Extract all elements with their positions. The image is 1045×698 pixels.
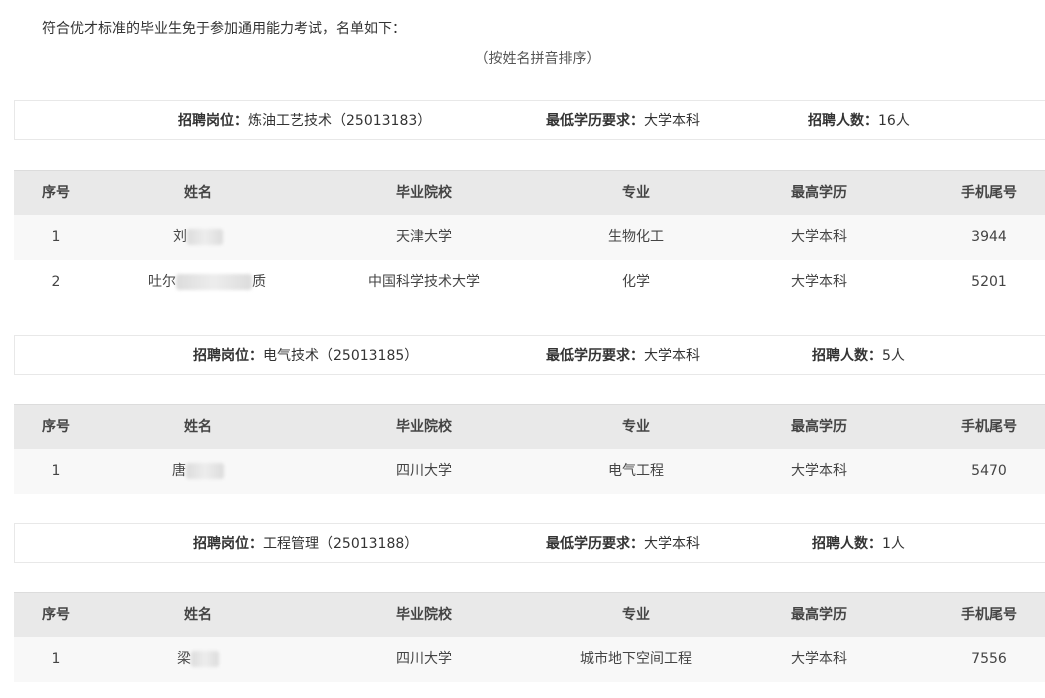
hire-count-label: 招聘人数： — [808, 113, 878, 129]
intro-text: 符合优才标准的毕业生免于参加通用能力考试，名单如下： — [42, 21, 406, 37]
position-info: 招聘岗位：工程管理（25013188） — [193, 524, 418, 564]
row-degree: 大学本科 — [791, 229, 847, 245]
row-name: 刘 — [148, 215, 248, 260]
header-school: 毕业院校 — [396, 185, 452, 201]
name-redaction — [186, 463, 224, 479]
name-visible-part: 唐 — [172, 463, 186, 479]
post-info-box: 招聘岗位：炼油工艺技术（25013183） 最低学历要求：大学本科 招聘人数：1… — [14, 100, 1045, 140]
row-major: 化学 — [622, 274, 650, 290]
row-school: 四川大学 — [396, 651, 452, 667]
row-degree: 大学本科 — [791, 651, 847, 667]
position-label: 招聘岗位： — [193, 536, 263, 552]
table-row: 2 吐尔 质 中国科学技术大学 化学 大学本科 5201 — [14, 260, 1045, 305]
table-row: 1 唐 四川大学 电气工程 大学本科 5470 — [14, 449, 1045, 494]
row-school: 天津大学 — [396, 229, 452, 245]
row-phone: 5201 — [971, 274, 1007, 290]
row-phone: 7556 — [971, 651, 1007, 667]
education-value: 大学本科 — [644, 113, 700, 129]
education-label: 最低学历要求： — [546, 536, 644, 552]
position-label: 招聘岗位： — [193, 348, 263, 364]
header-major: 专业 — [622, 419, 650, 435]
table-row: 1 刘 天津大学 生物化工 大学本科 3944 — [14, 215, 1045, 260]
name-visible-part: 吐尔 — [148, 274, 176, 290]
name-redaction — [176, 274, 252, 290]
name-redaction — [191, 651, 219, 667]
name-visible-part: 质 — [252, 274, 266, 290]
row-phone: 3944 — [971, 229, 1007, 245]
education-value: 大学本科 — [644, 536, 700, 552]
education-value: 大学本科 — [644, 348, 700, 364]
header-phone: 手机尾号 — [961, 185, 1017, 201]
header-phone: 手机尾号 — [961, 607, 1017, 623]
row-no: 1 — [51, 463, 61, 479]
position-value: 炼油工艺技术（25013183） — [248, 113, 432, 129]
candidate-table: 序号 姓名 毕业院校 专业 最高学历 手机尾号 1 刘 天津大学 生物化工 大学… — [14, 170, 1045, 305]
education-requirement: 最低学历要求：大学本科 — [546, 101, 700, 141]
education-label: 最低学历要求： — [546, 348, 644, 364]
hire-count-value: 16人 — [878, 113, 910, 129]
header-degree: 最高学历 — [791, 185, 847, 201]
post-info-box: 招聘岗位：电气技术（25013185） 最低学历要求：大学本科 招聘人数：5人 — [14, 335, 1045, 375]
header-phone: 手机尾号 — [961, 419, 1017, 435]
education-requirement: 最低学历要求：大学本科 — [546, 336, 700, 376]
row-phone: 5470 — [971, 463, 1007, 479]
header-name: 姓名 — [184, 185, 212, 201]
table-row: 1 梁 四川大学 城市地下空间工程 大学本科 7556 — [14, 637, 1045, 682]
row-name: 吐尔 质 — [148, 260, 266, 305]
row-no: 1 — [51, 229, 61, 245]
header-no: 序号 — [42, 607, 70, 623]
row-name: 唐 — [148, 449, 248, 494]
header-school: 毕业院校 — [396, 607, 452, 623]
row-no: 2 — [51, 274, 61, 290]
hire-count-label: 招聘人数： — [812, 348, 882, 364]
candidate-table: 序号 姓名 毕业院校 专业 最高学历 手机尾号 1 梁 四川大学 城市地下空间工… — [14, 592, 1045, 682]
hire-count-value: 1人 — [882, 536, 905, 552]
table-header: 序号 姓名 毕业院校 专业 最高学历 手机尾号 — [14, 592, 1045, 637]
row-school: 中国科学技术大学 — [368, 274, 480, 290]
table-header: 序号 姓名 毕业院校 专业 最高学历 手机尾号 — [14, 170, 1045, 215]
row-major: 生物化工 — [608, 229, 664, 245]
education-label: 最低学历要求： — [546, 113, 644, 129]
header-degree: 最高学历 — [791, 419, 847, 435]
hire-count: 招聘人数：16人 — [808, 101, 910, 141]
header-degree: 最高学历 — [791, 607, 847, 623]
post-info-box: 招聘岗位：工程管理（25013188） 最低学历要求：大学本科 招聘人数：1人 — [14, 523, 1045, 563]
row-major: 城市地下空间工程 — [580, 651, 692, 667]
position-info: 招聘岗位：炼油工艺技术（25013183） — [178, 101, 431, 141]
sort-note: （按姓名拼音排序） — [474, 51, 601, 67]
candidate-table: 序号 姓名 毕业院校 专业 最高学历 手机尾号 1 唐 四川大学 电气工程 大学… — [14, 404, 1045, 494]
name-redaction — [187, 229, 223, 245]
hire-count-label: 招聘人数： — [812, 536, 882, 552]
position-label: 招聘岗位： — [178, 113, 248, 129]
table-header: 序号 姓名 毕业院校 专业 最高学历 手机尾号 — [14, 404, 1045, 449]
row-major: 电气工程 — [608, 463, 664, 479]
row-school: 四川大学 — [396, 463, 452, 479]
header-school: 毕业院校 — [396, 419, 452, 435]
hire-count: 招聘人数：5人 — [812, 336, 905, 376]
name-visible-part: 梁 — [177, 651, 191, 667]
header-no: 序号 — [42, 419, 70, 435]
header-major: 专业 — [622, 607, 650, 623]
header-major: 专业 — [622, 185, 650, 201]
education-requirement: 最低学历要求：大学本科 — [546, 524, 700, 564]
position-info: 招聘岗位：电气技术（25013185） — [193, 336, 418, 376]
row-degree: 大学本科 — [791, 463, 847, 479]
header-no: 序号 — [42, 185, 70, 201]
hire-count-value: 5人 — [882, 348, 905, 364]
row-degree: 大学本科 — [791, 274, 847, 290]
row-no: 1 — [51, 651, 61, 667]
hire-count: 招聘人数：1人 — [812, 524, 905, 564]
header-name: 姓名 — [184, 607, 212, 623]
row-name: 梁 — [148, 637, 248, 682]
position-value: 电气技术（25013185） — [263, 348, 419, 364]
name-visible-part: 刘 — [173, 229, 187, 245]
header-name: 姓名 — [184, 419, 212, 435]
position-value: 工程管理（25013188） — [263, 536, 419, 552]
